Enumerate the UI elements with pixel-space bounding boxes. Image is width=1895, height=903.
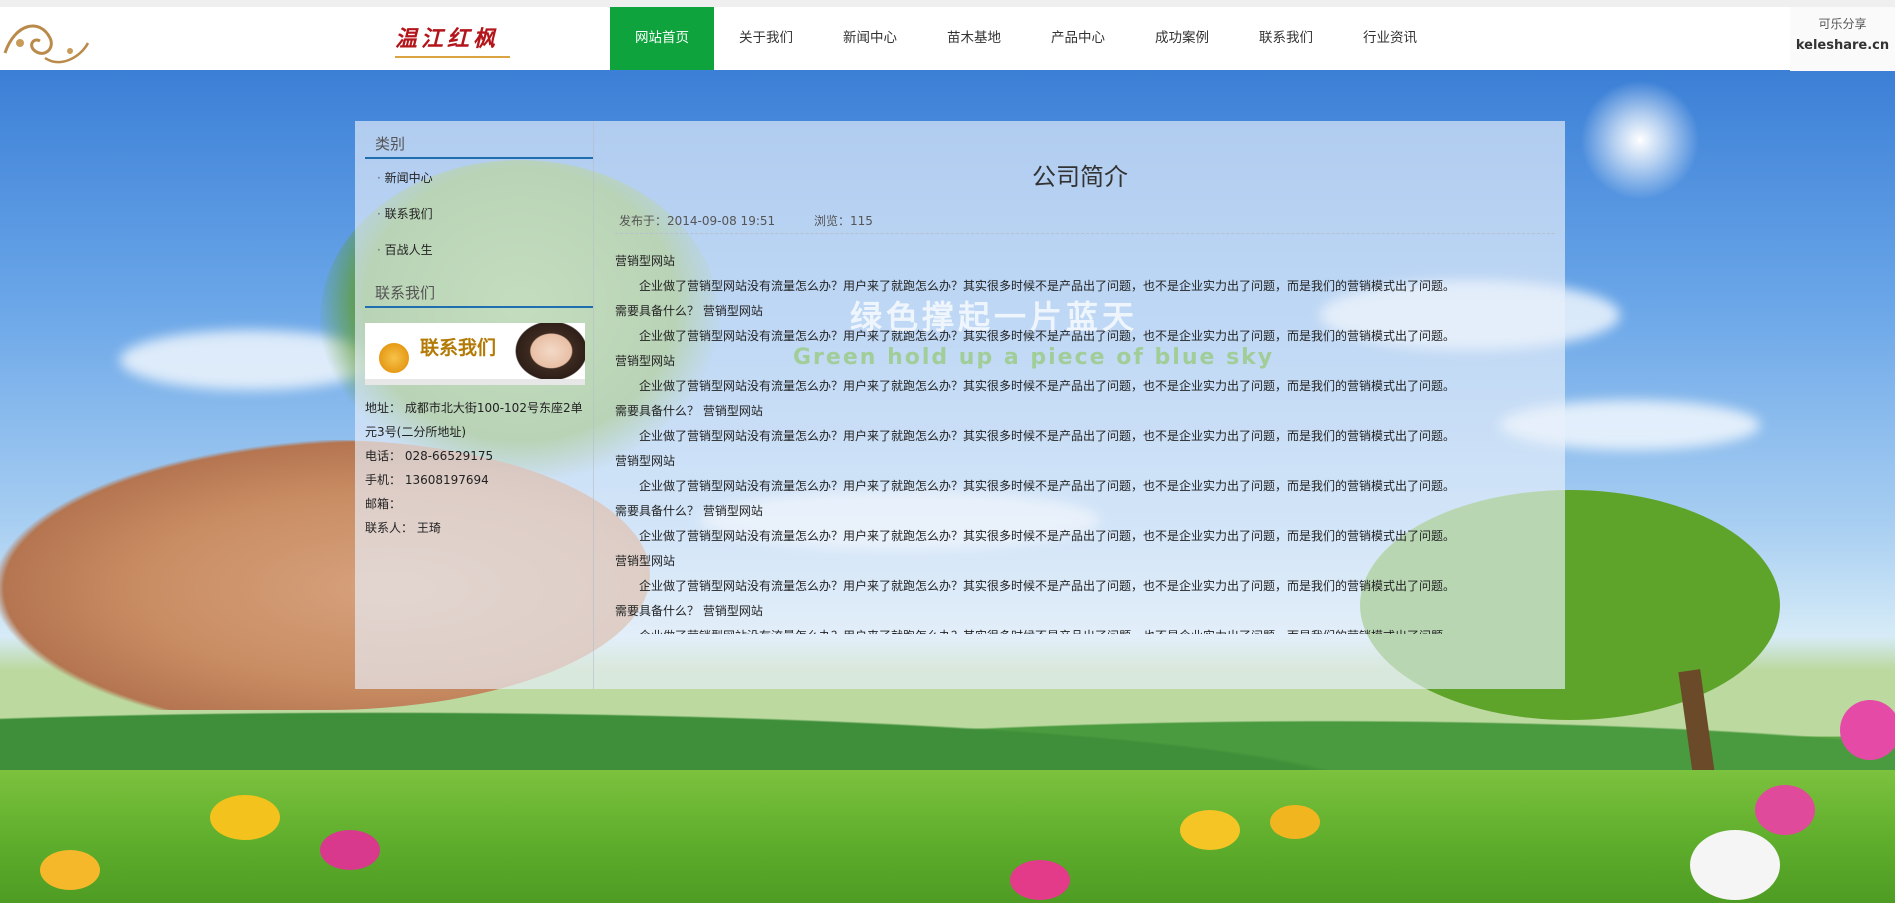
page-title: 公司简介 bbox=[1032, 163, 1128, 191]
view-count: 浏览：115 bbox=[813, 214, 873, 228]
nav-item-1[interactable]: 关于我们 bbox=[714, 7, 818, 70]
sun-flare bbox=[1580, 80, 1700, 200]
contact-info: 地址： 成都市北大街100-102号东座2单元3号(二分所地址) 电话： 028… bbox=[365, 396, 590, 540]
logo-underline bbox=[395, 56, 510, 58]
share-site: keleshare.cn bbox=[1795, 38, 1890, 53]
nav-item-4[interactable]: 产品中心 bbox=[1026, 7, 1130, 70]
nav-item-6[interactable]: 联系我们 bbox=[1234, 7, 1338, 70]
flower bbox=[320, 830, 380, 870]
article: 公司简介 发布于：2014-09-08 19:51 浏览：115 营销型网站企业… bbox=[595, 121, 1565, 689]
article-paragraph: 企业做了营销型网站没有流量怎么办？用户来了就跑怎么办？其实很多时候不是产品出了问… bbox=[639, 429, 1456, 443]
nav-item-2[interactable]: 新闻中心 bbox=[818, 7, 922, 70]
contact-phone: 电话： 028-66529175 bbox=[365, 449, 494, 463]
ornament-icon bbox=[3, 24, 90, 64]
article-paragraph: 企业做了营销型网站没有流量怎么办？用户来了就跑怎么办？其实很多时候不是产品出了问… bbox=[639, 529, 1456, 543]
slogan-cn: 绿色撑起一片蓝天 bbox=[850, 298, 1139, 336]
sidebar-item-news[interactable]: 新闻中心 bbox=[377, 166, 433, 202]
nav-item-5[interactable]: 成功案例 bbox=[1130, 7, 1234, 70]
flower bbox=[1840, 700, 1895, 760]
site-header: 温江红枫 网站首页 关于我们 新闻中心 苗木基地 产品中心 成功案例 联系我们 行业资讯 可乐… bbox=[0, 0, 1895, 71]
sidebar: 类别 新闻中心 联系我们 百战人生 联系我们 联系我们 地址： 成都市北大街10… bbox=[355, 121, 594, 689]
share-widget[interactable]: 可乐分享 keleshare.cn bbox=[1790, 7, 1895, 71]
slogan-en: Green hold up a piece of blue sky bbox=[793, 345, 1275, 370]
article-heading: 营销型网站 bbox=[615, 554, 676, 568]
flower bbox=[40, 850, 100, 890]
flower bbox=[1180, 810, 1240, 850]
nav-item-7[interactable]: 行业资讯 bbox=[1338, 7, 1442, 70]
contact-mobile: 手机： 13608197694 bbox=[365, 473, 489, 487]
category-heading: 类别 bbox=[365, 129, 593, 159]
contact-banner[interactable]: 联系我们 bbox=[365, 323, 585, 385]
contact-email: 邮箱： bbox=[365, 497, 402, 511]
share-title: 可乐分享 bbox=[1818, 17, 1867, 31]
category-list: 新闻中心 联系我们 百战人生 bbox=[377, 166, 433, 274]
article-paragraph: 企业做了营销型网站没有流量怎么办？用户来了就跑怎么办？其实很多时候不是产品出了问… bbox=[639, 479, 1456, 493]
article-heading: 需要具备什么？ 营销型网站 bbox=[615, 404, 763, 418]
sidebar-item-contact[interactable]: 联系我们 bbox=[377, 202, 433, 238]
article-paragraph: 企业做了营销型网站没有流量怎么办？用户来了就跑怎么办？其实很多时候不是产品出了问… bbox=[615, 624, 1535, 634]
contact-address: 地址： 成都市北大街100-102号东座2单元3号(二分所地址) bbox=[365, 401, 583, 439]
main-panel: 类别 新闻中心 联系我们 百战人生 联系我们 联系我们 地址： 成都市北大街10… bbox=[355, 121, 1565, 689]
article-heading: 需要具备什么？ 营销型网站 bbox=[615, 504, 763, 518]
operator-image bbox=[510, 323, 585, 385]
meta-divider bbox=[615, 233, 1555, 234]
article-meta: 发布于：2014-09-08 19:51 浏览：115 bbox=[619, 212, 908, 229]
nav-item-0[interactable]: 网站首页 bbox=[610, 7, 714, 70]
nav-item-3[interactable]: 苗木基地 bbox=[922, 7, 1026, 70]
flower bbox=[1755, 785, 1815, 835]
contact-banner-text: 联系我们 bbox=[420, 337, 497, 359]
contact-heading: 联系我们 bbox=[365, 278, 593, 308]
flower bbox=[1270, 805, 1320, 839]
site-logo[interactable]: 温江红枫 bbox=[395, 21, 510, 57]
phone-icon bbox=[377, 341, 411, 375]
banner-stripe bbox=[365, 379, 585, 385]
publish-date: 发布于：2014-09-08 19:51 bbox=[619, 214, 776, 228]
article-paragraph: 企业做了营销型网站没有流量怎么办？用户来了就跑怎么办？其实很多时候不是产品出了问… bbox=[639, 379, 1456, 393]
contact-person: 联系人： 王琦 bbox=[365, 521, 441, 535]
article-heading: 营销型网站 bbox=[615, 454, 676, 468]
article-heading: 营销型网站 bbox=[615, 254, 676, 268]
main-nav: 网站首页 关于我们 新闻中心 苗木基地 产品中心 成功案例 联系我们 行业资讯 bbox=[610, 7, 1442, 70]
grass bbox=[0, 770, 1895, 903]
flower bbox=[1010, 860, 1070, 900]
flower bbox=[210, 795, 280, 840]
article-paragraph: 企业做了营销型网站没有流量怎么办？用户来了就跑怎么办？其实很多时候不是产品出了问… bbox=[639, 579, 1456, 593]
article-heading: 需要具备什么？ 营销型网站 bbox=[615, 604, 763, 618]
sidebar-item-life[interactable]: 百战人生 bbox=[377, 238, 433, 274]
flower bbox=[1690, 830, 1780, 900]
